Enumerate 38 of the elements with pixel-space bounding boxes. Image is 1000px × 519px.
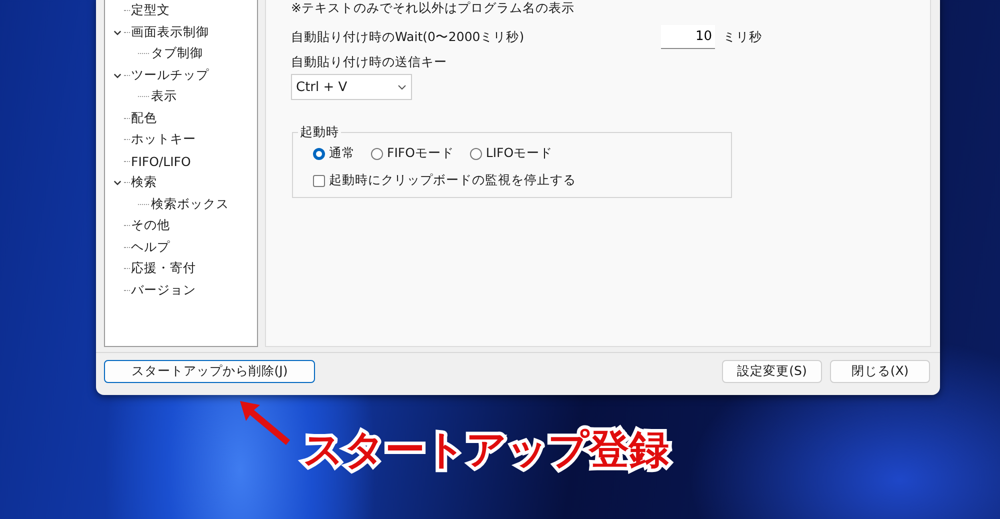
tree-item[interactable]: 検索ボックス xyxy=(151,196,229,213)
checkbox-label: 起動時にクリップボードの監視を停止する xyxy=(329,172,576,189)
tree-item[interactable]: その他 xyxy=(131,217,170,234)
tree-item[interactable]: 定型文 xyxy=(131,2,170,20)
send-key-label: 自動貼り付け時の送信キー xyxy=(291,54,448,71)
radio-label: FIFOモード xyxy=(387,145,454,162)
radio-label: 通常 xyxy=(329,145,355,162)
tree-item[interactable]: 検索 xyxy=(131,174,157,192)
checkbox[interactable] xyxy=(313,174,325,186)
annotation-arrow xyxy=(240,401,290,445)
dialog-button[interactable]: 閉じる(X) xyxy=(830,360,930,383)
tree-item[interactable]: 表示 xyxy=(151,88,177,106)
radio-button[interactable] xyxy=(470,148,482,160)
radio-button[interactable] xyxy=(371,148,383,160)
tree-item[interactable]: FIFO/LIFO xyxy=(131,154,191,169)
tree-item[interactable]: 画面表示制御 xyxy=(131,24,209,41)
dialog-button[interactable]: 設定変更(S) xyxy=(722,360,822,383)
wait-label: 自動貼り付け時のWait(0〜2000ミリ秒) xyxy=(291,28,526,46)
unit-label: ミリ秒 xyxy=(723,28,762,46)
tree-item[interactable]: ホットキー xyxy=(131,131,196,148)
tree-item[interactable]: タブ制御 xyxy=(151,45,203,62)
chevron-down-icon[interactable] xyxy=(113,178,122,188)
chevron-down-icon[interactable] xyxy=(113,28,122,37)
group-title: 起動時 xyxy=(299,124,340,141)
tree-item[interactable]: ヘルプ xyxy=(131,238,170,256)
radio-label: LIFOモード xyxy=(486,145,553,162)
tree-item[interactable]: 配色 xyxy=(131,110,157,127)
send-key-dropdown[interactable]: Ctrl + V xyxy=(291,74,412,100)
note-text: ※テキストのみでそれ以外はプログラム名の表示 xyxy=(291,0,576,16)
tree-item[interactable]: バージョン xyxy=(131,282,196,299)
chevron-down-icon xyxy=(397,82,407,92)
chevron-down-icon[interactable] xyxy=(113,70,122,80)
radio-button[interactable] xyxy=(313,148,325,160)
annotation-text: スタートアップ登録 xyxy=(303,426,669,475)
wait-input[interactable]: 10 xyxy=(661,25,715,49)
dialog-button[interactable]: スタートアップから削除(J) xyxy=(104,360,315,383)
tree-item[interactable]: ツールチップ xyxy=(131,66,209,84)
tree-item[interactable]: 応援・寄付 xyxy=(131,260,196,278)
